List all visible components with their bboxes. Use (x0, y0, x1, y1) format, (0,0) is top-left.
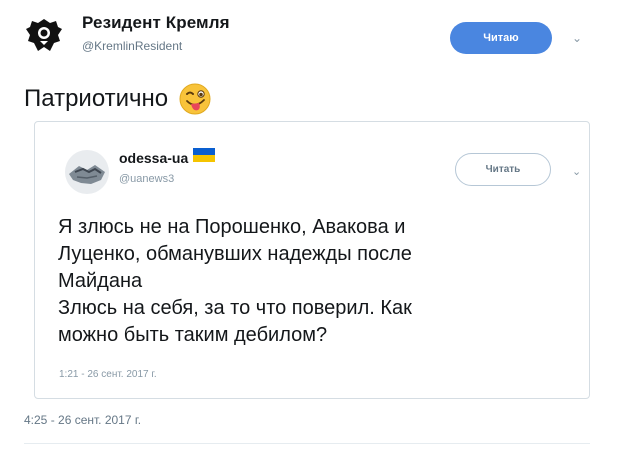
quoted-handle[interactable]: @uanews3 (119, 173, 215, 185)
following-button[interactable]: Читаю (450, 22, 552, 54)
quoted-text-line: Луценко, обманувших надежды после (58, 243, 412, 265)
author-display-name[interactable]: Резидент Кремля (82, 13, 230, 33)
tweet-text: Патриотично (24, 82, 212, 116)
follow-button[interactable]: Читать (455, 153, 551, 186)
quoted-text-line: Злюсь на себя, за то что поверил. Как (58, 297, 412, 319)
quoted-display-name[interactable]: odessa-ua (119, 150, 188, 166)
quoted-author-block[interactable]: odessa-ua @uanews3 (119, 148, 216, 185)
quoted-tweet[interactable]: odessa-ua @uanews3 Читать ⌄ Я злюсь не н… (34, 121, 590, 399)
winking-face-with-tongue-icon (178, 82, 212, 116)
ukraine-flag-icon (193, 148, 216, 162)
handshake-photo-icon[interactable] (65, 150, 109, 194)
tweet-timestamp[interactable]: 4:25 - 26 сент. 2017 г. (24, 413, 141, 427)
author-block[interactable]: Резидент Кремля @KremlinResident (82, 13, 230, 53)
quoted-timestamp[interactable]: 1:21 - 26 сент. 2017 г. (59, 369, 157, 380)
tweet-text-content: Патриотично (24, 85, 169, 112)
chevron-down-icon[interactable]: ⌄ (572, 165, 581, 178)
eagle-emblem-icon[interactable] (22, 13, 66, 57)
author-handle[interactable]: @KremlinResident (82, 39, 230, 53)
quoted-text-line: можно быть таким дебилом? (58, 324, 328, 346)
chevron-down-icon[interactable]: ⌄ (572, 31, 582, 45)
divider (24, 443, 590, 444)
tweet-card: Резидент Кремля @KremlinResident Читаю ⌄… (0, 0, 625, 456)
quoted-text-line: Майдана (58, 270, 143, 292)
quoted-tweet-text: Я злюсь не на Порошенко, Авакова и Луцен… (58, 214, 578, 349)
quoted-text-line: Я злюсь не на Порошенко, Авакова и (58, 216, 406, 238)
